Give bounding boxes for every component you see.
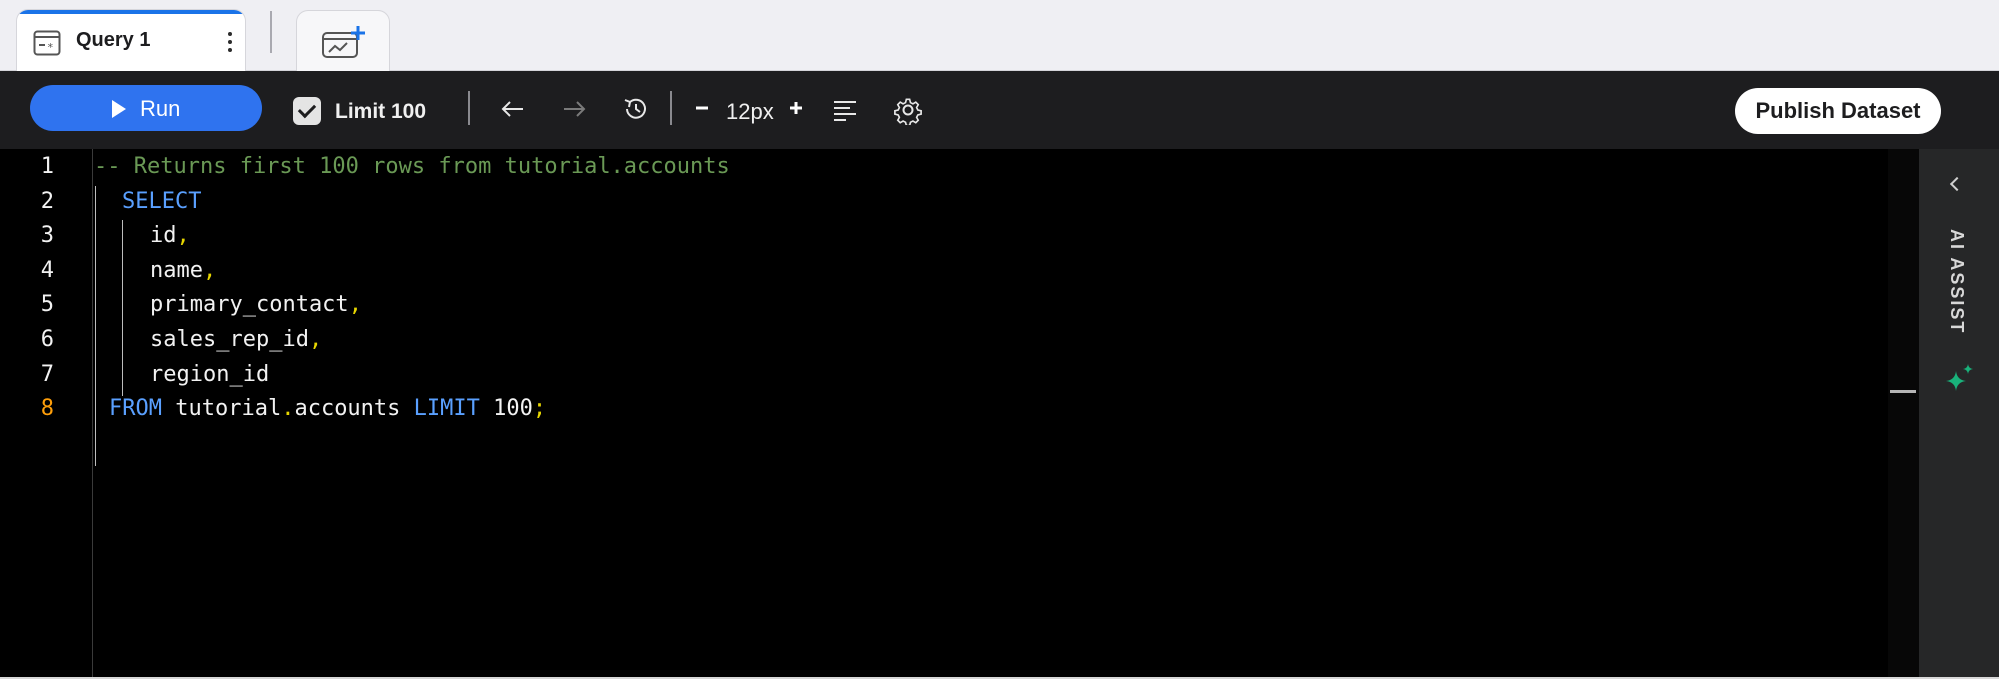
font-size-value: 12px xyxy=(726,99,774,124)
code-line: name, xyxy=(150,258,216,283)
run-button[interactable]: Run xyxy=(30,85,262,131)
code-token: accounts xyxy=(294,396,414,422)
line-number: 4 xyxy=(40,257,54,283)
code-token: 100 xyxy=(479,396,533,422)
ai-assist-panel[interactable]: AI ASSIST xyxy=(1919,149,1999,679)
tab-label: Query 1 xyxy=(76,29,151,51)
code-token: region_id xyxy=(150,361,270,387)
new-chart-tab-button[interactable] xyxy=(296,10,390,71)
tab-query-1[interactable]: * Query 1 xyxy=(16,9,246,71)
code-line: id, xyxy=(150,223,190,248)
toolbar-divider xyxy=(468,91,470,125)
line-number: 1 xyxy=(40,154,54,179)
code-token: tutorial xyxy=(161,396,282,422)
tab-divider xyxy=(270,11,272,53)
tab-bar: * Query 1 xyxy=(0,0,1999,71)
tab-more-menu-icon[interactable] xyxy=(225,29,235,59)
line-number: 6 xyxy=(40,327,54,352)
code-token: SELECT xyxy=(122,188,202,214)
code-token: -- Returns first 100 rows from tutorial.… xyxy=(94,154,730,179)
run-button-label: Run xyxy=(140,96,181,121)
sql-editor[interactable]: 1 2 3 4 5 6 7 8 -- Returns first 100 rows from … xyxy=(0,149,1919,679)
line-number: 8 xyxy=(40,396,54,422)
sparkle-icon xyxy=(1946,364,1973,391)
code-token: primary_contact xyxy=(150,292,349,318)
redo-arrow-icon[interactable] xyxy=(561,97,587,121)
line-number: 3 xyxy=(40,223,54,249)
code-token: name xyxy=(150,257,203,283)
plus-icon[interactable] xyxy=(788,100,804,116)
history-icon[interactable] xyxy=(621,94,651,124)
code-token: FROM xyxy=(109,396,162,422)
code-token: , xyxy=(202,257,217,283)
code-token: ; xyxy=(532,396,547,422)
code-token: , xyxy=(348,292,362,318)
undo-arrow-icon[interactable] xyxy=(500,97,526,121)
minus-icon[interactable] xyxy=(694,100,710,116)
line-number-gutter: 1 2 3 4 5 6 7 8 xyxy=(0,149,93,679)
svg-text:*: * xyxy=(47,41,54,54)
code-token: , xyxy=(308,327,323,352)
code-token: LIMIT xyxy=(413,396,480,422)
ai-assist-label: AI ASSIST xyxy=(1947,229,1967,335)
toolbar-divider xyxy=(670,91,672,125)
editor-toolbar: Run Limit 100 12px Publish Dataset xyxy=(0,71,1999,149)
line-number: 7 xyxy=(40,361,54,387)
format-lines-icon[interactable] xyxy=(832,99,858,121)
publish-dataset-button[interactable]: Publish Dataset xyxy=(1735,88,1941,134)
query-window-icon: * xyxy=(33,30,61,56)
code-line: FROM tutorial.accounts LIMIT 100; xyxy=(109,396,546,421)
chevron-left-icon[interactable] xyxy=(1949,176,1965,192)
limit-checkbox[interactable] xyxy=(293,97,321,125)
scroll-position-marker xyxy=(1890,390,1916,393)
code-line: region_id xyxy=(150,362,269,387)
code-line: -- Returns first 100 rows from tutorial.… xyxy=(94,154,730,179)
gear-icon[interactable] xyxy=(893,95,923,125)
limit-label: Limit 100 xyxy=(335,100,427,123)
indent-guide xyxy=(122,220,123,396)
line-number: 2 xyxy=(40,188,54,214)
new-chart-tab-icon xyxy=(322,26,365,58)
line-number: 5 xyxy=(40,292,54,318)
code-token: , xyxy=(176,223,190,249)
scrollbar[interactable] xyxy=(1888,149,1919,679)
code-line: primary_contact, xyxy=(150,292,362,317)
code-token: sales_rep_id xyxy=(150,327,309,352)
active-tab-indicator xyxy=(17,10,245,14)
play-icon xyxy=(112,100,126,118)
code-line: sales_rep_id, xyxy=(150,327,322,352)
code-token: . xyxy=(281,396,295,422)
indent-guide xyxy=(95,186,96,466)
code-line: SELECT xyxy=(122,189,201,214)
code-token: id xyxy=(150,223,177,249)
